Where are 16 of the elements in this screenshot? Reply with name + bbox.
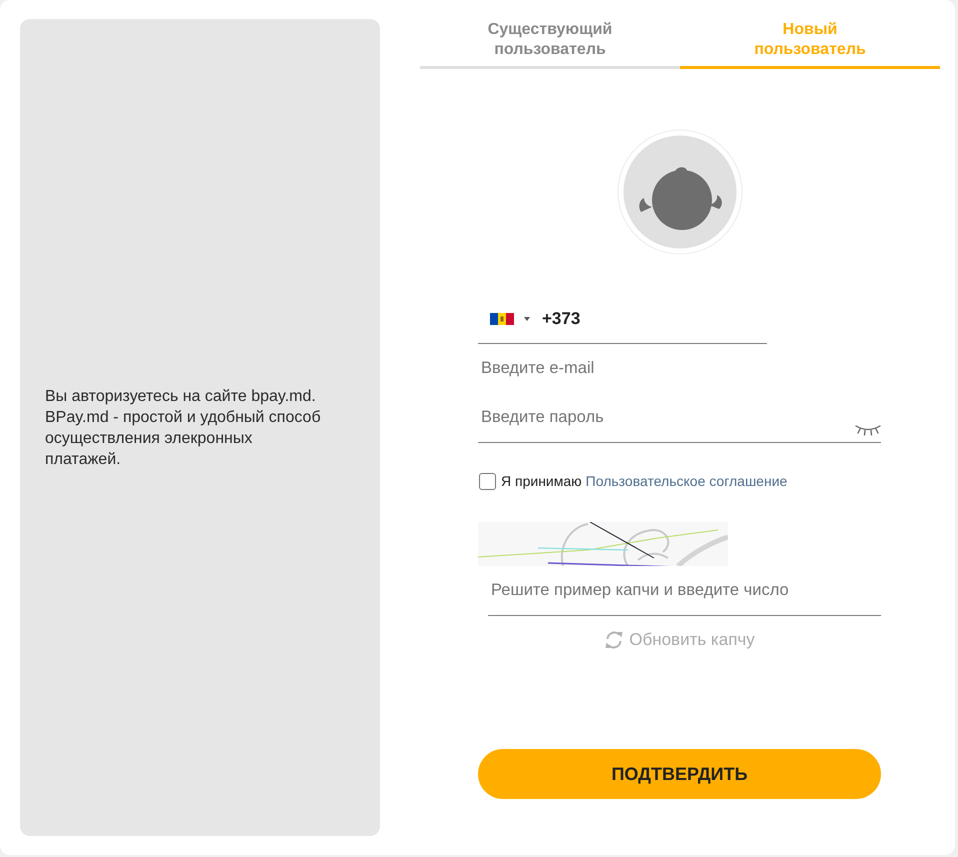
submit-button[interactable]: ПОДТВЕРДИТЬ <box>478 749 881 799</box>
captcha-input[interactable]: Решите пример капчи и введите число <box>488 566 881 616</box>
password-input[interactable]: Введите пароль <box>478 392 855 442</box>
flag-icon <box>490 312 514 324</box>
closed-eye-icon[interactable] <box>855 424 881 436</box>
country-select[interactable] <box>490 312 530 326</box>
agreement-label: Я принимаю <box>501 473 582 489</box>
info-text: Вы авторизуетесь на сайте bpay.md. BPay.md - простой и удобный способ осуществления элекронных платажей. <box>45 386 322 470</box>
avatar-icon <box>617 129 743 255</box>
email-input[interactable]: Введите e-mail <box>478 344 881 392</box>
tab[interactable]: Существующий пользователь <box>420 0 680 69</box>
checkbox[interactable] <box>479 472 496 490</box>
agreement-link[interactable]: Пользовательское соглашение <box>586 473 788 489</box>
phone-input[interactable]: +373 <box>542 308 742 330</box>
caret-icon <box>524 316 530 320</box>
refresh-icon <box>604 630 624 650</box>
